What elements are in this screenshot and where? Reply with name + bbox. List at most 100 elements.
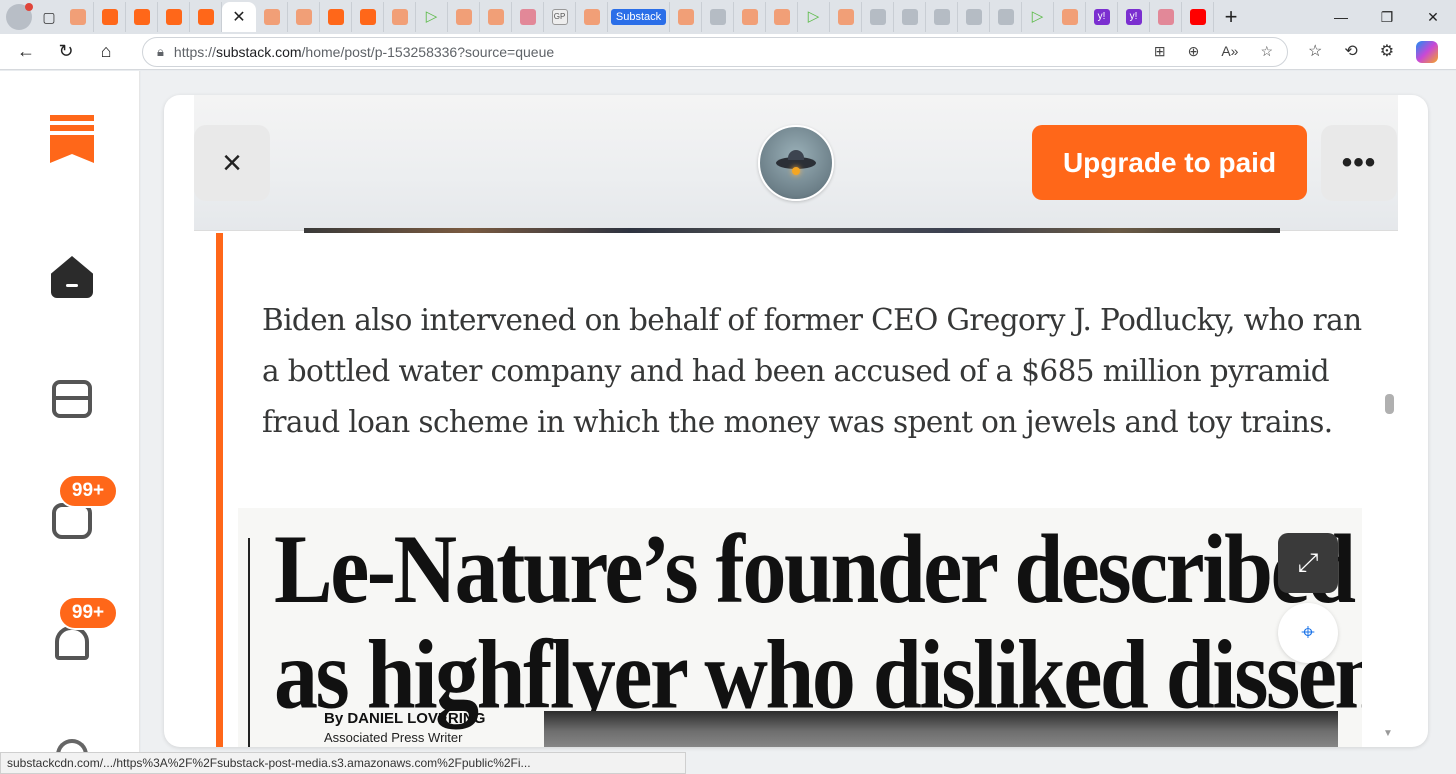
substack-favicon-icon: [677, 9, 694, 25]
tab-substack[interactable]: [384, 2, 416, 32]
substack-favicon-icon: [133, 9, 150, 25]
tab-misc[interactable]: [862, 2, 894, 32]
tab-misc[interactable]: [926, 2, 958, 32]
substack-favicon-icon: [773, 9, 790, 25]
profile-avatar[interactable]: [6, 3, 33, 30]
tab-substack[interactable]: [448, 2, 480, 32]
tab-misc[interactable]: [702, 2, 734, 32]
clipping-photo: [544, 711, 1338, 747]
favorites-icon[interactable]: ☆: [1308, 41, 1322, 63]
substack-logo-icon[interactable]: [50, 115, 94, 165]
app-available-icon[interactable]: ⊞: [1154, 43, 1166, 60]
clipping-headline: Le-Nature’s founder described as highfly…: [274, 517, 1362, 729]
notifications-count-badge: 99+: [58, 596, 118, 630]
youtube-favicon-icon: [1157, 9, 1174, 25]
tab-substack[interactable]: [830, 2, 862, 32]
inbox-icon[interactable]: [50, 377, 94, 421]
substack-favicon-icon: [327, 9, 344, 25]
tab-substack[interactable]: [62, 2, 94, 32]
close-window-icon[interactable]: ✕: [1410, 9, 1456, 26]
tab-active[interactable]: ✕: [222, 2, 256, 32]
status-bar-link: substackcdn.com/.../https%3A%2F%2Fsubsta…: [0, 752, 686, 774]
tab-substack[interactable]: [480, 2, 512, 32]
tab-bar: ▢ ✕ ▷ GP Substack ▷ ▷ y! y! + — ❐ ✕: [0, 0, 1456, 34]
play-icon: ▷: [425, 8, 438, 25]
tab-video[interactable]: ▷: [416, 2, 448, 32]
refresh-icon[interactable]: ↻: [46, 41, 86, 62]
tab-yahoo[interactable]: y!: [1118, 2, 1150, 32]
new-tab-button[interactable]: +: [1214, 4, 1248, 30]
tab-video[interactable]: ▷: [1022, 2, 1054, 32]
back-icon[interactable]: ←: [6, 41, 46, 62]
tab-substack[interactable]: [320, 2, 352, 32]
tab-youtube[interactable]: [1150, 2, 1182, 32]
favorite-star-icon[interactable]: ☆: [1260, 43, 1273, 60]
clipping-byline-role: Associated Press Writer: [324, 730, 463, 745]
tab-substack-labeled[interactable]: Substack: [608, 2, 670, 32]
site-favicon-icon: [933, 9, 950, 25]
substack-favicon-icon: [837, 9, 854, 25]
tab-document[interactable]: [958, 2, 990, 32]
site-favicon-icon: [869, 9, 886, 25]
expand-image-icon[interactable]: ⤢: [1278, 533, 1338, 593]
visual-search-icon[interactable]: ⌖: [1278, 603, 1338, 663]
home-browser-icon[interactable]: ⌂: [86, 41, 126, 62]
yahoo-favicon-icon: y!: [1125, 9, 1142, 25]
tab-substack[interactable]: [94, 2, 126, 32]
substack-favicon-icon: [295, 9, 312, 25]
tab-search[interactable]: [894, 2, 926, 32]
tab-actions-icon[interactable]: ▢: [36, 4, 62, 30]
substack-favicon-icon: [69, 9, 86, 25]
read-aloud-icon[interactable]: A»: [1221, 43, 1238, 60]
substack-favicon-icon: [197, 9, 214, 25]
youtube-favicon-icon: [1189, 9, 1206, 25]
site-favicon-icon: [997, 9, 1014, 25]
tab-gp[interactable]: GP: [544, 2, 576, 32]
tab-substack[interactable]: [126, 2, 158, 32]
close-post-button[interactable]: ×: [194, 125, 270, 201]
clipping-rule: [248, 538, 250, 747]
newspaper-clipping-image[interactable]: Le-Nature’s founder described as highfly…: [238, 508, 1362, 747]
tab-youtube[interactable]: [1182, 2, 1214, 32]
substack-favicon-icon: [1061, 9, 1078, 25]
tab-substack[interactable]: [576, 2, 608, 32]
tab-yahoo[interactable]: y!: [1086, 2, 1118, 32]
url-field[interactable]: 🔒︎ https://substack.com/home/post/p-1532…: [142, 36, 1288, 67]
home-icon[interactable]: [50, 255, 94, 299]
yahoo-favicon-icon: y!: [1093, 9, 1110, 25]
play-icon: ▷: [807, 8, 820, 25]
tab-strip: ✕ ▷ GP Substack ▷ ▷ y! y! +: [62, 0, 1248, 34]
tab-substack[interactable]: [734, 2, 766, 32]
tab-substack[interactable]: [670, 2, 702, 32]
substack-favicon-icon: [391, 9, 408, 25]
url-domain: substack.com: [215, 43, 302, 60]
extensions-icon[interactable]: ⚙: [1380, 41, 1394, 63]
tab-youtube[interactable]: [512, 2, 544, 32]
tab-substack[interactable]: [766, 2, 798, 32]
publication-avatar[interactable]: [758, 125, 834, 201]
lock-icon[interactable]: 🔒︎: [157, 44, 164, 60]
scroll-down-arrow-icon[interactable]: ▼: [1383, 728, 1393, 739]
copilot-icon[interactable]: [1416, 40, 1439, 63]
more-options-button[interactable]: •••: [1321, 125, 1397, 201]
play-icon: ▷: [1031, 8, 1044, 25]
blockquote-bar: [216, 233, 223, 747]
tab-substack[interactable]: [190, 2, 222, 32]
scrollbar-thumb[interactable]: [1385, 394, 1394, 414]
tab-substack[interactable]: [288, 2, 320, 32]
tab-misc[interactable]: [990, 2, 1022, 32]
header-image-edge: [304, 228, 1280, 233]
close-tab-icon[interactable]: ✕: [232, 7, 245, 27]
tab-substack[interactable]: [352, 2, 384, 32]
tab-substack[interactable]: [158, 2, 190, 32]
history-icon[interactable]: ⟲: [1344, 41, 1357, 63]
restore-icon[interactable]: ❐: [1364, 9, 1410, 26]
minimize-icon[interactable]: —: [1318, 9, 1364, 26]
tab-substack[interactable]: [256, 2, 288, 32]
substack-favicon-icon: [583, 9, 600, 25]
zoom-icon[interactable]: ⊕: [1188, 43, 1200, 60]
article-paragraph: Biden also intervened on behalf of forme…: [262, 303, 1362, 439]
tab-substack[interactable]: [1054, 2, 1086, 32]
tab-video[interactable]: ▷: [798, 2, 830, 32]
upgrade-to-paid-button[interactable]: Upgrade to paid: [1032, 125, 1307, 200]
